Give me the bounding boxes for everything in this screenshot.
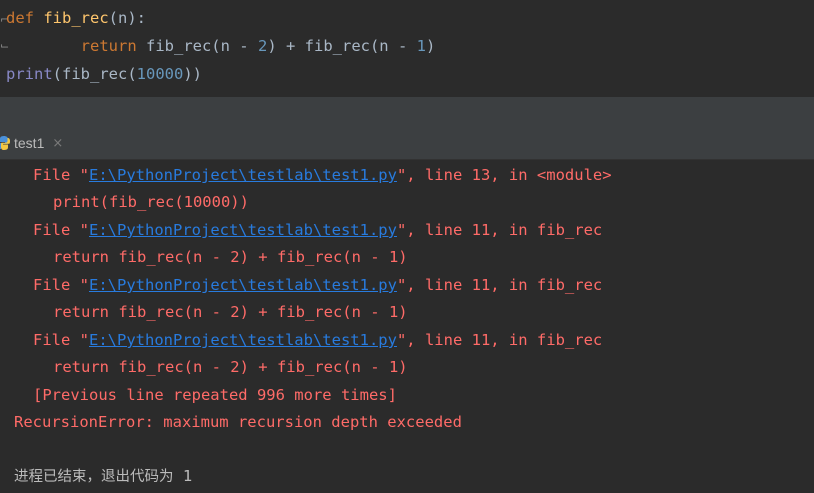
- file-path-link[interactable]: E:\PythonProject\testlab\test1.py: [89, 276, 397, 294]
- run-console[interactable]: File "E:\PythonProject\testlab\test1.py"…: [0, 160, 814, 493]
- code-text: fib_rec(n -: [136, 37, 258, 55]
- code-text: )): [183, 65, 203, 83]
- traceback-code-line: print(fib_rec(10000)): [53, 193, 249, 211]
- code-line-3[interactable]: print(fib_rec(10000)): [6, 64, 202, 84]
- file-path-link[interactable]: E:\PythonProject\testlab\test1.py: [89, 331, 397, 349]
- tab-test1[interactable]: test1 ×: [0, 127, 73, 159]
- number-literal: 10000: [136, 65, 184, 83]
- code-text: ) + fib_rec(n -: [267, 37, 417, 55]
- exit-status: 进程已结束，退出代码为 1: [14, 467, 193, 485]
- traceback-code-line: return fib_rec(n - 2) + fib_rec(n - 1): [53, 358, 408, 376]
- code-text: (fib_rec(: [52, 65, 137, 83]
- tab-label: test1: [14, 135, 45, 151]
- traceback-file-line: File "E:\PythonProject\testlab\test1.py"…: [33, 331, 603, 349]
- close-icon[interactable]: ×: [52, 136, 63, 151]
- code-line-2[interactable]: return fib_rec(n - 2) + fib_rec(n - 1): [6, 36, 436, 56]
- panel-splitter[interactable]: [0, 97, 814, 127]
- file-path-link[interactable]: E:\PythonProject\testlab\test1.py: [89, 166, 397, 184]
- keyword: def: [6, 9, 34, 27]
- code-text: (n):: [108, 9, 146, 27]
- exit-code: 1: [173, 467, 193, 485]
- run-tab-bar: test1 ×: [0, 127, 814, 160]
- traceback-file-line: File "E:\PythonProject\testlab\test1.py"…: [33, 221, 603, 239]
- code-line-1[interactable]: def fib_rec(n):: [6, 8, 146, 28]
- number-literal: 1: [416, 37, 426, 55]
- code-editor[interactable]: ⌐ ⌙ def fib_rec(n): return fib_rec(n - 2…: [0, 0, 814, 97]
- builtin-name: print: [6, 65, 53, 83]
- number-literal: 2: [257, 37, 268, 55]
- python-icon: [0, 136, 10, 150]
- traceback-code-line: return fib_rec(n - 2) + fib_rec(n - 1): [53, 303, 408, 321]
- file-path-link[interactable]: E:\PythonProject\testlab\test1.py: [89, 221, 397, 239]
- traceback-file-line: File "E:\PythonProject\testlab\test1.py"…: [33, 276, 603, 294]
- traceback-code-line: return fib_rec(n - 2) + fib_rec(n - 1): [53, 248, 408, 266]
- repeated-notice: [Previous line repeated 996 more times]: [33, 386, 397, 404]
- traceback-file-line: File "E:\PythonProject\testlab\test1.py"…: [33, 166, 612, 184]
- function-name: fib_rec: [43, 9, 109, 27]
- error-message: RecursionError: maximum recursion depth …: [14, 413, 462, 431]
- code-text: ): [425, 37, 436, 55]
- keyword: return: [80, 37, 137, 55]
